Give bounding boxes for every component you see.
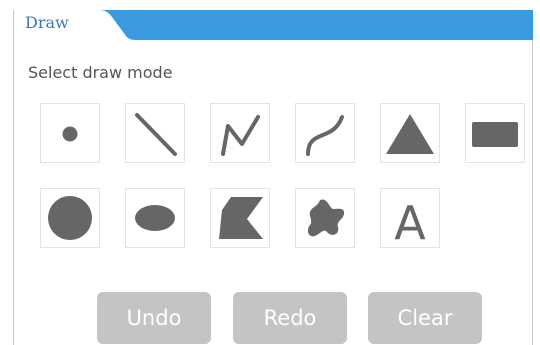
draw-panel: Draw Select draw mode A Undo Redo Clear xyxy=(13,10,533,345)
text-icon: A xyxy=(394,196,426,247)
polygon-icon xyxy=(219,197,263,239)
polyline-icon xyxy=(221,115,260,156)
triangle-icon xyxy=(386,114,434,154)
tool-polygon[interactable] xyxy=(210,188,270,248)
tool-triangle[interactable] xyxy=(380,103,440,163)
freehand-icon xyxy=(307,199,345,237)
mode-label: Select draw mode xyxy=(28,63,173,82)
tool-freehand[interactable] xyxy=(295,188,355,248)
line-icon xyxy=(135,113,177,156)
tool-text[interactable]: A xyxy=(380,188,440,248)
undo-button[interactable]: Undo xyxy=(97,292,211,344)
tool-line[interactable] xyxy=(125,103,185,163)
tab-draw[interactable]: Draw xyxy=(25,13,69,32)
tool-circle[interactable] xyxy=(40,188,100,248)
tab-bar: Draw xyxy=(14,10,533,40)
tool-point[interactable] xyxy=(40,103,100,163)
point-icon xyxy=(62,126,78,142)
clear-button[interactable]: Clear xyxy=(368,292,482,344)
ellipse-icon xyxy=(135,205,175,231)
tool-ellipse[interactable] xyxy=(125,188,185,248)
text-glyph: A xyxy=(394,196,426,247)
rectangle-icon xyxy=(472,122,518,147)
redo-button[interactable]: Redo xyxy=(233,292,347,344)
tool-curve[interactable] xyxy=(295,103,355,163)
tool-rectangle[interactable] xyxy=(465,103,525,163)
tab-bar-background xyxy=(14,10,533,40)
curve-icon xyxy=(306,115,344,156)
tool-polyline[interactable] xyxy=(210,103,270,163)
circle-icon xyxy=(48,196,92,240)
